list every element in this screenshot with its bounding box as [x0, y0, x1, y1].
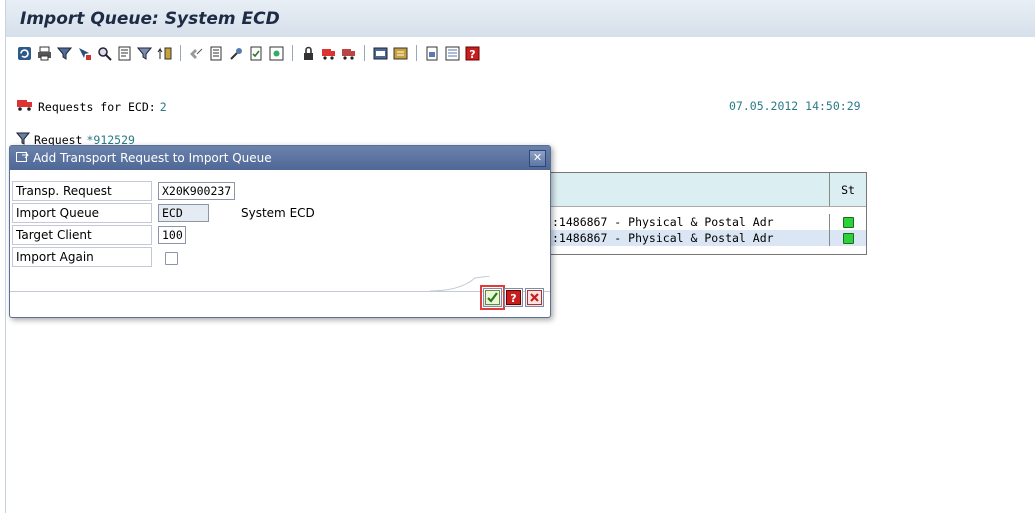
close-icon[interactable]: ✕	[529, 150, 546, 167]
target-client-input[interactable]: 100	[158, 226, 186, 244]
timestamp: 07.05.2012 14:50:29	[729, 99, 861, 113]
request-table: St :1486867 - Physical & Postal Adr :148…	[548, 172, 867, 255]
request-text: :1486867 - Physical & Postal Adr	[552, 231, 774, 245]
target-client-label: Target Client	[12, 225, 152, 245]
request-text: :1486867 - Physical & Postal Adr	[552, 215, 774, 229]
status-column-header[interactable]: St	[829, 173, 866, 206]
application-toolbar: ?	[16, 44, 481, 62]
toolbar-separator	[292, 45, 293, 61]
title-bar: Import Queue: System ECD	[6, 0, 1035, 37]
requests-summary: Requests for ECD: 2	[16, 98, 167, 115]
import-queue-input: ECD	[158, 204, 209, 222]
svg-text:?: ?	[510, 292, 516, 305]
status-green-icon	[842, 232, 854, 244]
transp-request-label: Transp. Request	[12, 181, 152, 201]
filter-icon[interactable]	[56, 45, 73, 62]
table-row[interactable]: :1486867 - Physical & Postal Adr	[548, 230, 866, 246]
refresh-icon[interactable]	[16, 45, 33, 62]
divider-curve	[430, 276, 490, 292]
status-icon[interactable]	[268, 45, 285, 62]
add-transport-request-dialog: Add Transport Request to Import Queue ✕ …	[9, 145, 551, 318]
dialog-button-bar: ?	[480, 285, 544, 310]
status-green-icon	[842, 216, 854, 228]
help-icon: ?	[506, 290, 521, 305]
dialog-window-icon	[16, 151, 29, 166]
log-icon[interactable]	[208, 45, 225, 62]
lock-icon[interactable]	[300, 45, 317, 62]
dialog-title: Add Transport Request to Import Queue	[33, 151, 272, 165]
help-button[interactable]: ?	[504, 288, 523, 307]
table-row[interactable]: :1486867 - Physical & Postal Adr	[548, 214, 866, 230]
queue-icon[interactable]	[372, 45, 389, 62]
confirm-button[interactable]	[480, 285, 505, 310]
settings-icon[interactable]	[392, 45, 409, 62]
transp-request-input[interactable]: X20K900237	[158, 182, 235, 200]
dialog-title-bar: Add Transport Request to Import Queue	[10, 146, 550, 170]
find-icon[interactable]	[188, 45, 205, 62]
page-title: Import Queue: System ECD	[20, 9, 280, 29]
import-again-checkbox[interactable]	[165, 252, 178, 265]
status-cell	[829, 214, 866, 230]
list-icon[interactable]	[444, 45, 461, 62]
requests-count: 2	[159, 99, 167, 114]
table-header-cell	[548, 173, 829, 206]
toolbar-separator	[180, 45, 181, 61]
detail-icon[interactable]	[116, 45, 133, 62]
transport-icon[interactable]	[424, 45, 441, 62]
import-again-label: Import Again	[12, 247, 152, 267]
zoom-icon[interactable]	[96, 45, 113, 62]
truck-icon	[16, 98, 34, 115]
cancel-x-icon	[527, 290, 542, 305]
help-icon[interactable]: ?	[464, 45, 481, 62]
import-queue-description: System ECD	[241, 206, 315, 220]
check-icon[interactable]	[248, 45, 265, 62]
tools-icon[interactable]	[228, 45, 245, 62]
truck-icon[interactable]	[320, 45, 337, 62]
status-cell	[829, 230, 866, 246]
sort-icon[interactable]	[156, 45, 173, 62]
import-queue-label: Import Queue	[12, 203, 152, 223]
svg-text:?: ?	[469, 48, 475, 61]
print-icon[interactable]	[36, 45, 53, 62]
select-icon[interactable]	[76, 45, 93, 62]
cancel-button[interactable]	[525, 288, 544, 307]
checkmark-icon	[485, 290, 500, 305]
toolbar-separator	[416, 45, 417, 61]
table-header: St	[548, 173, 866, 207]
truck-all-icon[interactable]	[340, 45, 357, 62]
requests-label: Requests for ECD:	[38, 99, 156, 114]
toolbar-separator	[364, 45, 365, 61]
filter-funnel-icon[interactable]	[136, 45, 153, 62]
